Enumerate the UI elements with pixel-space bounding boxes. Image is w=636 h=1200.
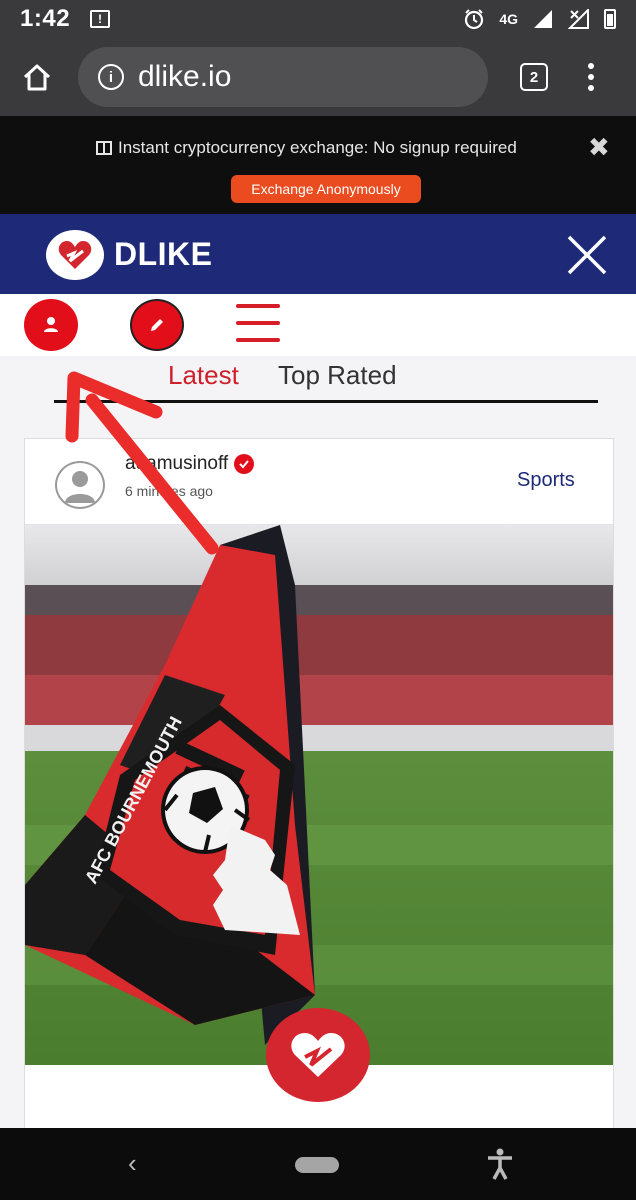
menu-button[interactable] bbox=[236, 304, 280, 342]
promo-text: Instant cryptocurrency exchange: No sign… bbox=[118, 138, 517, 157]
signal-icon bbox=[534, 10, 552, 28]
exchange-anonymously-button[interactable]: Exchange Anonymously bbox=[231, 175, 421, 203]
write-post-button[interactable] bbox=[130, 299, 184, 351]
browser-toolbar: i dlike.io 2 bbox=[0, 38, 636, 116]
menu-line bbox=[236, 338, 280, 342]
more-vert-icon[interactable] bbox=[588, 63, 594, 91]
post-time: 6 minutes ago bbox=[125, 483, 213, 499]
home-icon bbox=[23, 64, 51, 91]
alarm-icon bbox=[465, 9, 484, 30]
tab-top-rated[interactable]: Top Rated bbox=[278, 360, 397, 391]
verified-icon bbox=[234, 454, 255, 474]
promo-text-row: Instant cryptocurrency exchange: No sign… bbox=[96, 138, 517, 158]
site-header: DLIKE bbox=[0, 214, 636, 294]
status-bar: 1:42 ! 4G bbox=[0, 0, 636, 38]
address-bar[interactable]: i dlike.io bbox=[78, 47, 488, 107]
menu-line bbox=[236, 321, 280, 325]
action-row bbox=[0, 294, 636, 356]
network-label: 4G bbox=[499, 11, 518, 27]
info-icon[interactable]: i bbox=[98, 64, 124, 90]
battery-icon bbox=[604, 9, 616, 29]
feed-tabs: Latest Top Rated bbox=[0, 356, 636, 410]
close-icon[interactable] bbox=[566, 234, 608, 276]
screen: 1:42 ! 4G i dlike.io 2 Instant cryptocur… bbox=[0, 0, 636, 1200]
author-name[interactable]: adamusinoff bbox=[125, 453, 228, 475]
post-image[interactable]: AFC BOURNEMOUTH bbox=[25, 525, 613, 1065]
brand-name: DLIKE bbox=[114, 236, 213, 272]
heart-icon bbox=[291, 1033, 345, 1077]
tabs-button[interactable]: 2 bbox=[520, 63, 548, 91]
user-icon bbox=[44, 317, 58, 332]
home-button[interactable] bbox=[18, 58, 56, 96]
post-header: adamusinoff 6 minutes ago Sports bbox=[25, 439, 613, 525]
user-avatar-icon bbox=[65, 471, 95, 503]
system-nav-bar: ‹ bbox=[0, 1128, 636, 1200]
status-time: 1:42 bbox=[20, 5, 71, 32]
url-text[interactable]: dlike.io bbox=[138, 60, 231, 94]
like-button[interactable] bbox=[266, 1008, 370, 1102]
menu-line bbox=[236, 304, 280, 308]
afc-bournemouth-flag-image: AFC BOURNEMOUTH bbox=[25, 525, 613, 1065]
promo-banner: Instant cryptocurrency exchange: No sign… bbox=[0, 116, 636, 214]
profile-button[interactable] bbox=[24, 299, 78, 351]
author-row: adamusinoff bbox=[125, 453, 255, 475]
promo-close-button[interactable]: ✖ bbox=[588, 132, 610, 163]
status-icons: 4G bbox=[463, 8, 616, 30]
tab-latest[interactable]: Latest bbox=[168, 360, 239, 391]
pencil-icon bbox=[151, 319, 163, 331]
home-gesture-pill[interactable] bbox=[295, 1157, 339, 1173]
accessibility-icon[interactable] bbox=[486, 1148, 514, 1180]
avatar[interactable] bbox=[55, 461, 105, 509]
tabs-underline bbox=[54, 400, 598, 403]
dlike-logo[interactable] bbox=[46, 230, 104, 280]
alert-icon: ! bbox=[90, 10, 111, 28]
post-category[interactable]: Sports bbox=[517, 469, 575, 492]
gift-icon bbox=[96, 141, 112, 155]
back-button[interactable]: ‹ bbox=[128, 1148, 137, 1179]
heart-logo-icon bbox=[58, 241, 92, 269]
wifi-off-icon bbox=[568, 9, 589, 29]
